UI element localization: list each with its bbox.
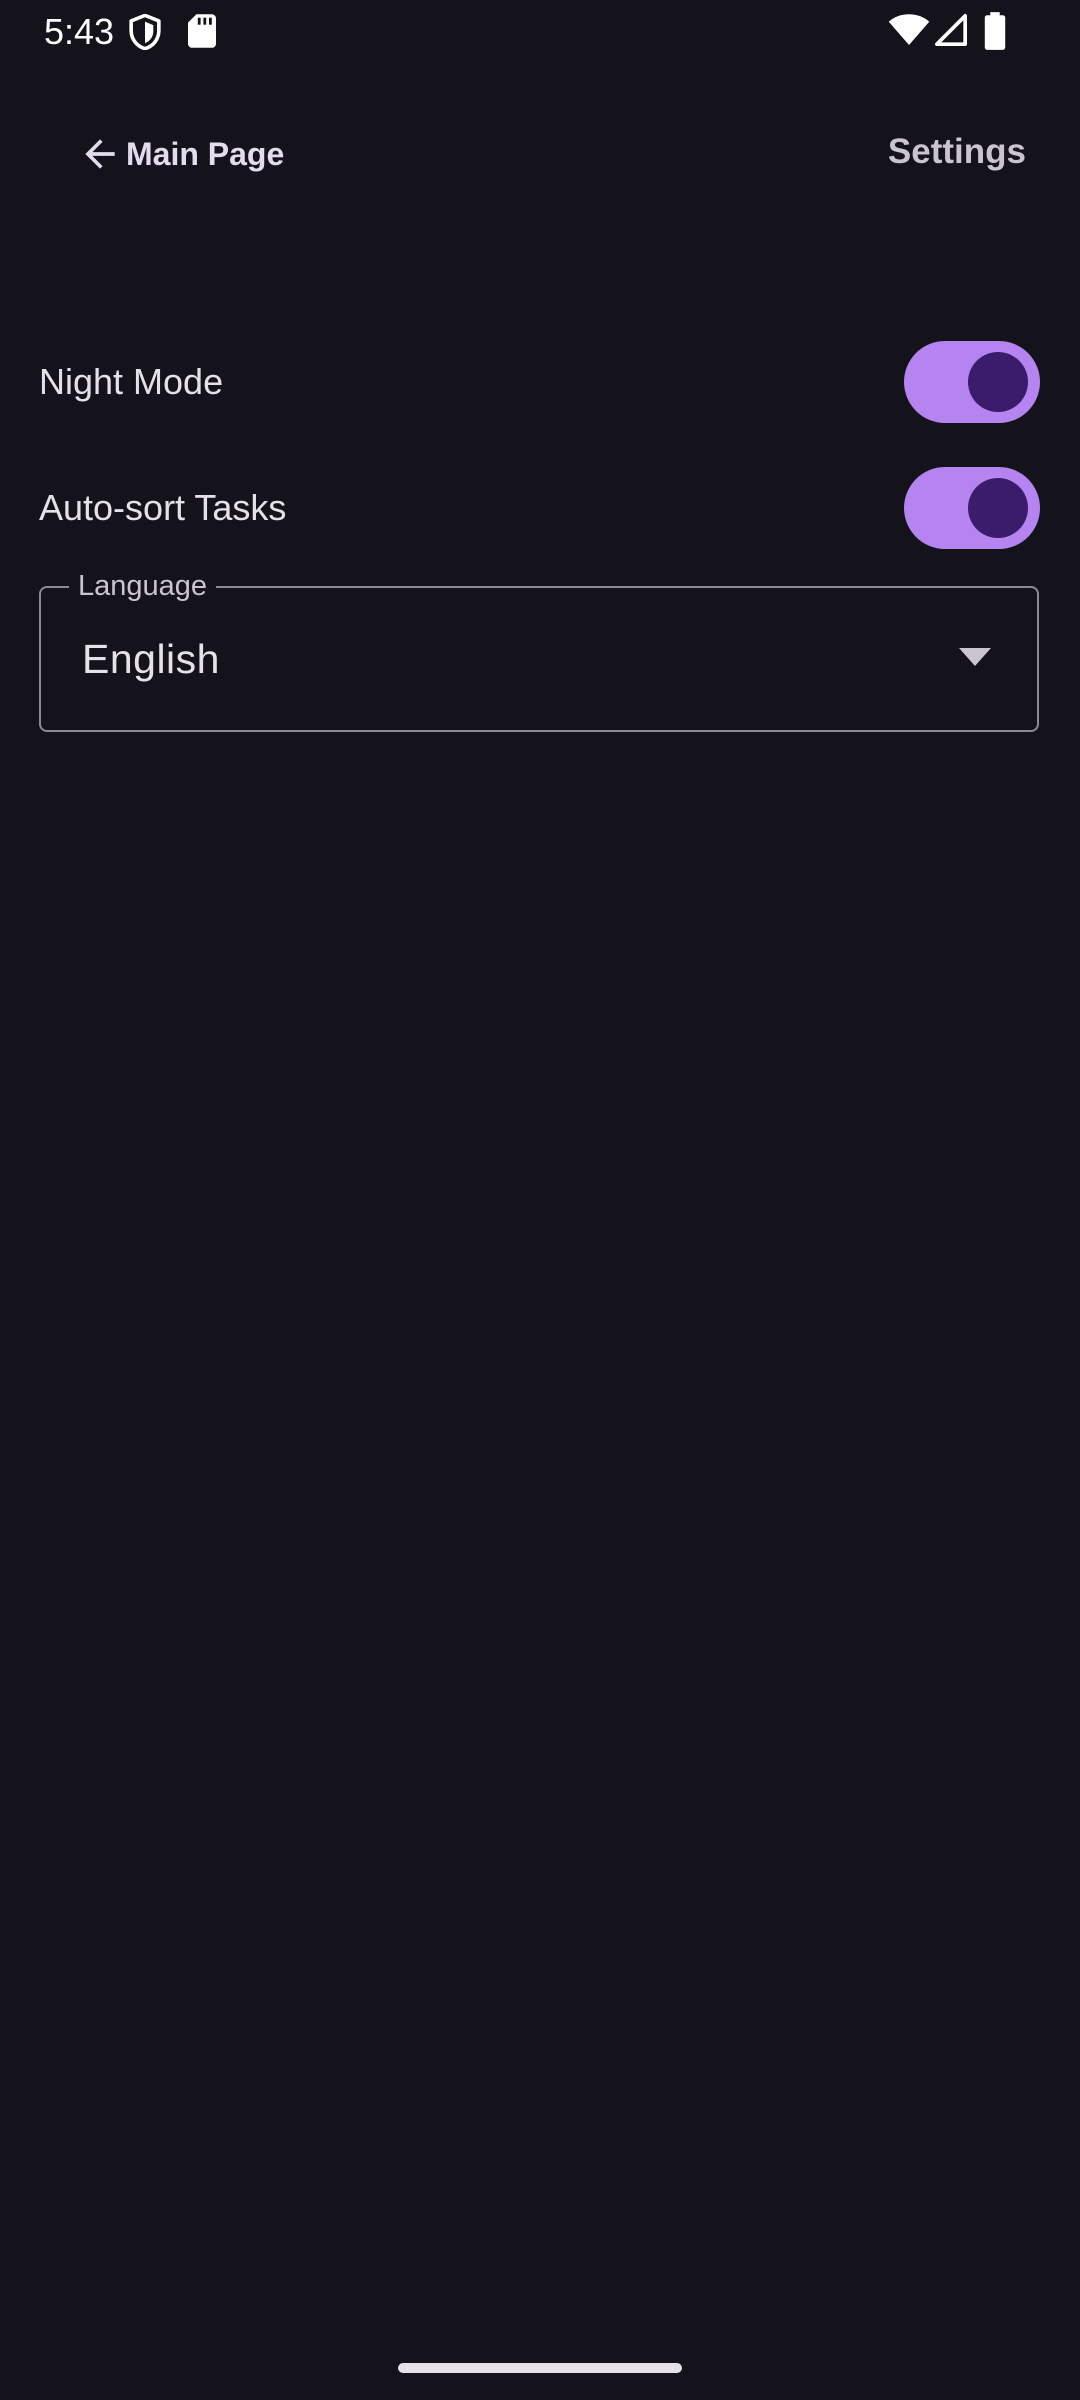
night-mode-row: Night Mode <box>0 332 1080 432</box>
wifi-icon <box>888 14 930 45</box>
dropdown-arrow-icon <box>959 648 991 666</box>
sd-card-icon <box>188 14 216 48</box>
battery-icon <box>984 12 1006 50</box>
language-dropdown-label: Language <box>69 568 217 604</box>
arrow-back-icon <box>85 139 115 169</box>
language-dropdown-value: English <box>82 636 220 682</box>
shield-icon <box>129 14 161 50</box>
back-button-label: Main Page <box>126 135 285 172</box>
auto-sort-switch-thumb <box>968 478 1028 538</box>
page-title: Settings <box>887 132 1026 171</box>
home-indicator[interactable] <box>398 2363 682 2373</box>
status-bar: 5:43 <box>0 0 1080 64</box>
auto-sort-label: Auto-sort Tasks <box>39 487 287 528</box>
back-button[interactable]: Main Page <box>78 128 284 180</box>
top-app-bar: Main Page Settings <box>0 112 1080 196</box>
night-mode-switch[interactable] <box>904 341 1040 423</box>
settings-screen: 5:43 Main Page Settings Night Mode Auto-… <box>0 0 1080 2400</box>
language-dropdown[interactable]: Language English <box>39 568 1039 732</box>
status-time: 5:43 <box>44 11 115 52</box>
night-mode-label: Night Mode <box>39 361 224 402</box>
signal-icon <box>934 13 968 47</box>
auto-sort-switch[interactable] <box>904 467 1040 549</box>
auto-sort-row: Auto-sort Tasks <box>0 458 1080 558</box>
night-mode-switch-thumb <box>968 352 1028 412</box>
